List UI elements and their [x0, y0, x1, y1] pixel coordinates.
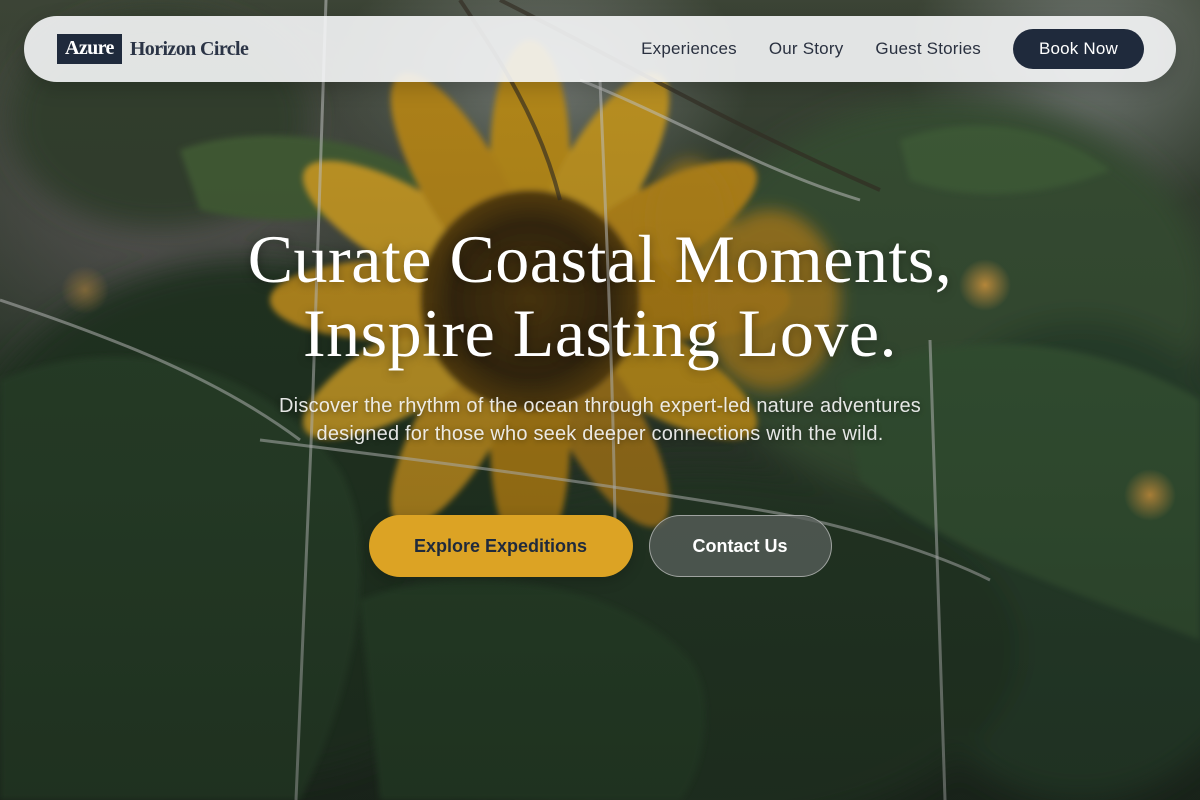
nav-link-experiences[interactable]: Experiences — [641, 39, 737, 59]
hero-title: Curate Coastal Moments, Inspire Lasting … — [0, 222, 1200, 370]
hero-title-line-2: Inspire Lasting Love. — [302, 295, 897, 371]
book-now-button[interactable]: Book Now — [1013, 29, 1144, 69]
brand-logo[interactable]: Azure Horizon Circle — [57, 34, 249, 64]
explore-expeditions-button[interactable]: Explore Expeditions — [368, 515, 633, 577]
hero-title-line-1: Curate Coastal Moments, — [247, 221, 953, 297]
hero-section: Curate Coastal Moments, Inspire Lasting … — [0, 222, 1200, 448]
nav-link-guest-stories[interactable]: Guest Stories — [875, 39, 981, 59]
hero-subtitle: Discover the rhythm of the ocean through… — [279, 395, 921, 445]
hero-actions: Explore Expeditions Contact Us — [0, 515, 1200, 577]
brand-logo-highlight: Azure — [57, 34, 122, 64]
top-navigation-bar: Azure Horizon Circle Experiences Our Sto… — [24, 16, 1176, 82]
nav-link-our-story[interactable]: Our Story — [769, 39, 844, 59]
contact-us-button[interactable]: Contact Us — [648, 515, 832, 577]
nav-links: Experiences Our Story Guest Stories Book… — [641, 29, 1144, 69]
brand-logo-text: Horizon Circle — [129, 37, 249, 60]
